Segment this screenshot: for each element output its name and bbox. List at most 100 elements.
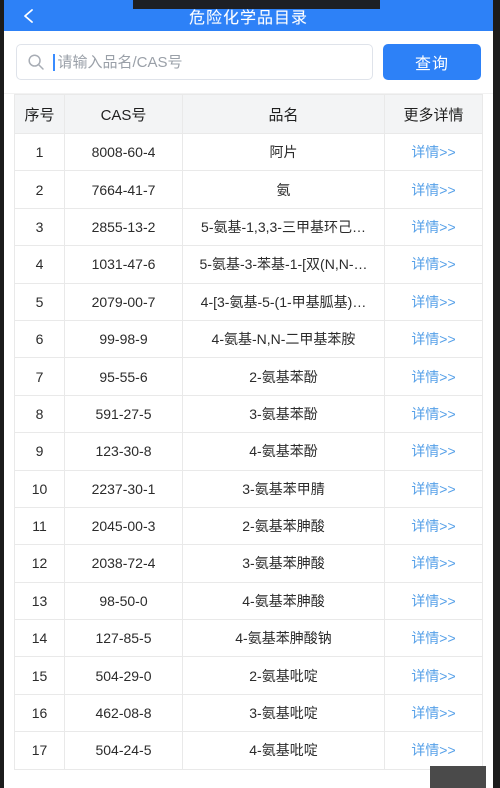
- detail-link[interactable]: 详情>>: [411, 144, 455, 160]
- cell-detail-action: 详情>>: [384, 731, 483, 770]
- cell-cas-number: 462-08-8: [64, 693, 183, 733]
- detail-link[interactable]: 详情>>: [411, 593, 455, 609]
- detail-link[interactable]: 详情>>: [411, 555, 455, 571]
- cell-product-name: 阿片: [182, 132, 385, 172]
- cell-index: 1: [14, 132, 65, 172]
- table-row: 17 504-24-5 4-氨基吡啶 详情>>: [14, 731, 483, 770]
- table-row: 5 2079-00-7 4-[3-氨基-5-(1-甲基胍基)… 详情>>: [14, 282, 483, 321]
- cell-cas-number: 591-27-5: [64, 394, 183, 434]
- cell-detail-action: 详情>>: [384, 170, 483, 209]
- cell-detail-action: 详情>>: [384, 282, 483, 321]
- cell-product-name: 2-氨基苯胂酸: [182, 506, 385, 546]
- cell-cas-number: 504-24-5: [64, 731, 183, 770]
- detail-link[interactable]: 详情>>: [411, 219, 455, 235]
- cell-detail-action: 详情>>: [384, 432, 483, 471]
- cell-product-name: 4-氨基苯胂酸: [182, 581, 385, 621]
- cell-index: 12: [14, 544, 65, 583]
- catalog-table-container: 序号 CAS号 品名 更多详情 1 8008-60-4 阿片 详情>> 2 7664-41…: [4, 94, 493, 770]
- search-icon: [27, 53, 45, 71]
- detail-link[interactable]: 详情>>: [411, 443, 455, 459]
- cell-product-name: 4-氨基吡啶: [182, 731, 385, 770]
- table-row: 9 123-30-8 4-氨基苯酚 详情>>: [14, 432, 483, 471]
- detail-link[interactable]: 详情>>: [411, 668, 455, 684]
- column-header-detail: 更多详情: [384, 94, 483, 134]
- app-root: 危险化学品目录 查询 序号 CAS号 品名: [0, 0, 500, 788]
- table-row: 4 1031-47-6 5-氨基-3-苯基-1-[双(N,N-… 详情>>: [14, 245, 483, 284]
- detail-link[interactable]: 详情>>: [411, 406, 455, 422]
- cell-detail-action: 详情>>: [384, 544, 483, 583]
- cell-index: 11: [14, 506, 65, 546]
- table-row: 8 591-27-5 3-氨基苯酚 详情>>: [14, 394, 483, 434]
- cell-product-name: 氨: [182, 170, 385, 209]
- table-row: 15 504-29-0 2-氨基吡啶 详情>>: [14, 656, 483, 695]
- cell-index: 13: [14, 581, 65, 621]
- chevron-left-icon: [19, 6, 39, 26]
- detail-link[interactable]: 详情>>: [411, 256, 455, 272]
- detail-link[interactable]: 详情>>: [411, 518, 455, 534]
- cell-product-name: 2-氨基苯酚: [182, 357, 385, 396]
- cell-index: 2: [14, 170, 65, 209]
- cell-index: 7: [14, 357, 65, 396]
- table-row: 14 127-85-5 4-氨基苯胂酸钠 详情>>: [14, 619, 483, 658]
- table-row: 16 462-08-8 3-氨基吡啶 详情>>: [14, 693, 483, 733]
- cell-index: 9: [14, 432, 65, 471]
- detail-link[interactable]: 详情>>: [411, 705, 455, 721]
- search-input[interactable]: [57, 53, 362, 71]
- table-row: 12 2038-72-4 3-氨基苯胂酸 详情>>: [14, 544, 483, 583]
- cell-index: 14: [14, 619, 65, 658]
- detail-link[interactable]: 详情>>: [411, 331, 455, 347]
- table-row: 13 98-50-0 4-氨基苯胂酸 详情>>: [14, 581, 483, 621]
- cell-cas-number: 8008-60-4: [64, 132, 183, 172]
- detail-link[interactable]: 详情>>: [411, 182, 455, 198]
- cell-cas-number: 99-98-9: [64, 319, 183, 359]
- column-header-name: 品名: [182, 94, 385, 134]
- table-row: 1 8008-60-4 阿片 详情>>: [14, 132, 483, 172]
- cell-detail-action: 详情>>: [384, 506, 483, 546]
- cell-index: 10: [14, 469, 65, 508]
- status-bar-stub: [133, 0, 380, 9]
- query-button[interactable]: 查询: [383, 44, 481, 80]
- cell-detail-action: 详情>>: [384, 581, 483, 621]
- detail-link[interactable]: 详情>>: [411, 369, 455, 385]
- cell-product-name: 3-氨基苯胂酸: [182, 544, 385, 583]
- cell-product-name: 4-氨基苯胂酸钠: [182, 619, 385, 658]
- column-header-index: 序号: [14, 94, 65, 134]
- cell-cas-number: 2237-30-1: [64, 469, 183, 508]
- cell-detail-action: 详情>>: [384, 469, 483, 508]
- cell-cas-number: 2079-00-7: [64, 282, 183, 321]
- detail-link[interactable]: 详情>>: [411, 481, 455, 497]
- cell-cas-number: 1031-47-6: [64, 245, 183, 284]
- column-header-cas: CAS号: [64, 94, 183, 134]
- back-button[interactable]: [18, 5, 40, 27]
- cell-cas-number: 98-50-0: [64, 581, 183, 621]
- cell-detail-action: 详情>>: [384, 357, 483, 396]
- detail-link[interactable]: 详情>>: [411, 294, 455, 310]
- cell-detail-action: 详情>>: [384, 656, 483, 695]
- table-row: 7 95-55-6 2-氨基苯酚 详情>>: [14, 357, 483, 396]
- cell-product-name: 2-氨基吡啶: [182, 656, 385, 695]
- cell-detail-action: 详情>>: [384, 245, 483, 284]
- cell-index: 15: [14, 656, 65, 695]
- cell-cas-number: 95-55-6: [64, 357, 183, 396]
- table-head: 序号 CAS号 品名 更多详情: [14, 94, 483, 134]
- cell-index: 17: [14, 731, 65, 770]
- cell-index: 5: [14, 282, 65, 321]
- table-row: 11 2045-00-3 2-氨基苯胂酸 详情>>: [14, 506, 483, 546]
- cell-product-name: 4-[3-氨基-5-(1-甲基胍基)…: [182, 282, 385, 321]
- detail-link[interactable]: 详情>>: [411, 630, 455, 646]
- catalog-table: 序号 CAS号 品名 更多详情 1 8008-60-4 阿片 详情>> 2 7664-41…: [14, 94, 483, 770]
- detail-link[interactable]: 详情>>: [411, 742, 455, 758]
- cell-product-name: 5-氨基-3-苯基-1-[双(N,N-…: [182, 245, 385, 284]
- cell-cas-number: 123-30-8: [64, 432, 183, 471]
- search-field-container[interactable]: [16, 44, 373, 80]
- cell-cas-number: 504-29-0: [64, 656, 183, 695]
- cell-detail-action: 详情>>: [384, 319, 483, 359]
- cell-product-name: 4-氨基-N,N-二甲基苯胺: [182, 319, 385, 359]
- cell-detail-action: 详情>>: [384, 394, 483, 434]
- cell-cas-number: 7664-41-7: [64, 170, 183, 209]
- cell-detail-action: 详情>>: [384, 132, 483, 172]
- cell-index: 6: [14, 319, 65, 359]
- cell-detail-action: 详情>>: [384, 619, 483, 658]
- cell-cas-number: 2045-00-3: [64, 506, 183, 546]
- table-body: 1 8008-60-4 阿片 详情>> 2 7664-41-7 氨详情>> 3 2855-13-…: [14, 132, 483, 770]
